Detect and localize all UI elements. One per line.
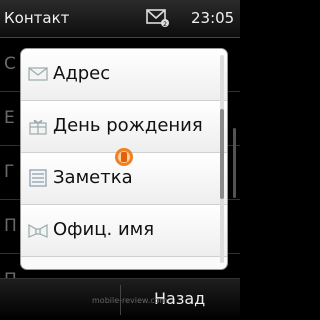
screen-title: Контакт xyxy=(4,9,70,27)
menu-item-address[interactable]: Адрес xyxy=(21,49,227,101)
menu-item-formal-name[interactable]: Офиц. имя xyxy=(21,205,227,257)
menu-item-label: Заметка xyxy=(53,167,133,188)
message-envelope-icon: 2 xyxy=(146,9,169,28)
clock: 23:05 xyxy=(191,9,235,27)
menu-scrollbar-thumb[interactable] xyxy=(220,109,224,199)
background-scrollbar xyxy=(233,128,236,198)
envelope-icon xyxy=(28,67,48,81)
watermark: mobile-review.com xyxy=(92,296,168,305)
status-bar: Контакт 2 23:05 xyxy=(0,0,240,38)
mobile-logo-icon xyxy=(115,148,133,166)
add-field-popup-menu: Адрес День рождения Заметка Офиц. имя xyxy=(21,49,227,269)
menu-item-label: День рождения xyxy=(53,115,203,136)
menu-item-label: Офиц. имя xyxy=(53,219,155,240)
menu-item-label: Адрес xyxy=(53,63,111,84)
note-icon xyxy=(29,169,47,187)
svg-text:2: 2 xyxy=(163,21,167,28)
gift-icon xyxy=(29,119,47,135)
name-tag-icon xyxy=(28,223,48,238)
